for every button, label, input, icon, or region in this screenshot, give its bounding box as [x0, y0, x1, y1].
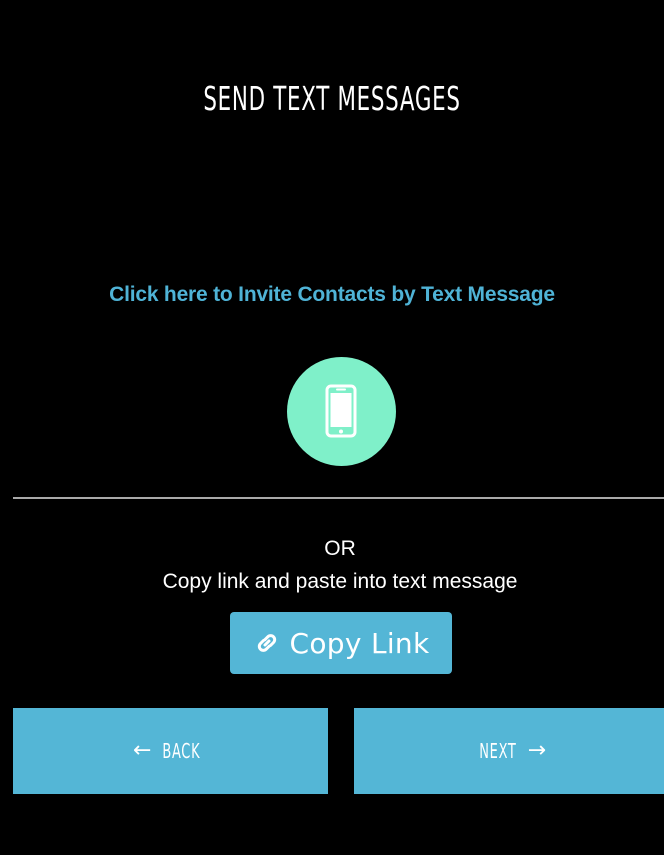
section-divider [13, 497, 664, 499]
back-button-label: BACK [162, 739, 201, 763]
copy-link-button[interactable]: Copy Link [230, 612, 452, 674]
mobile-phone-icon [325, 384, 357, 438]
next-button-label: NEXT [479, 739, 517, 763]
link-icon [257, 634, 276, 652]
left-arrow-icon: ← [132, 738, 152, 763]
copy-link-label: Copy Link [289, 626, 430, 660]
copy-link-instructions: Copy link and paste into text message [162, 570, 518, 593]
page-title: SEND TEXT MESSAGES [203, 79, 461, 118]
right-arrow-icon: → [527, 738, 547, 763]
invite-by-text-button[interactable] [287, 357, 396, 466]
back-button[interactable]: ← BACK [13, 708, 328, 794]
next-button[interactable]: NEXT → [354, 708, 664, 794]
send-text-messages-page: SEND TEXT MESSAGES Click here to Invite … [0, 0, 664, 855]
or-separator-text: OR [324, 537, 356, 560]
invite-contacts-link[interactable]: Click here to Invite Contacts by Text Me… [0, 280, 664, 310]
